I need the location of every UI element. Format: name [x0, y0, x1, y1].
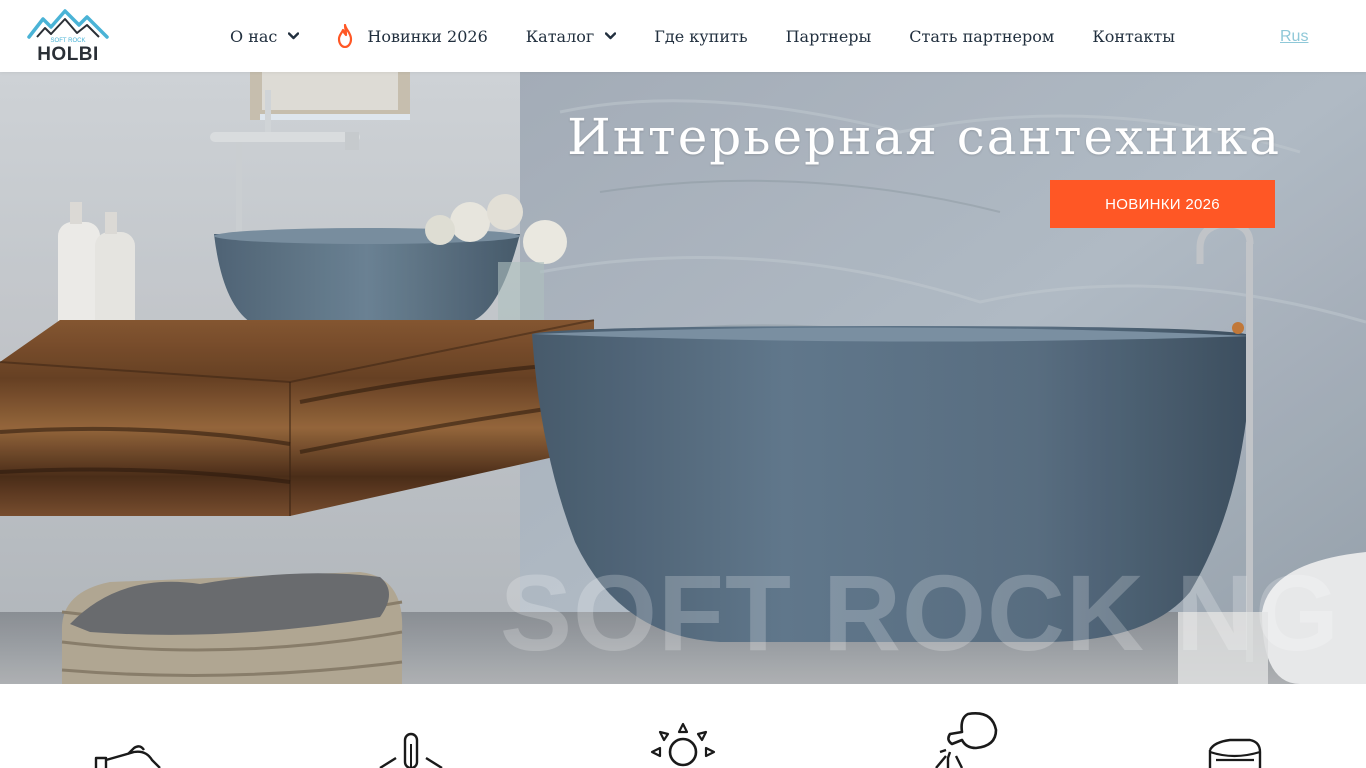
soap-dish-icon	[1208, 738, 1262, 768]
nav-contacts-label: Контакты	[1092, 26, 1175, 46]
nav-become-partner[interactable]: Стать партнером	[909, 0, 1054, 72]
nav-new-2026-label: Новинки 2026	[367, 26, 488, 46]
nav-partners[interactable]: Партнеры	[786, 0, 872, 72]
nav-where-to-buy[interactable]: Где купить	[654, 0, 747, 72]
nav-catalog-label: Каталог	[525, 26, 595, 46]
hammer-icon	[94, 745, 161, 768]
nav-catalog[interactable]: Каталог	[526, 0, 617, 72]
nav-partners-label: Партнеры	[785, 26, 872, 46]
nav-new-2026[interactable]: Новинки 2026	[337, 0, 488, 72]
hero-title: Интерьерная сантехника	[567, 108, 1281, 166]
hero-watermark: SOFT ROCK NG	[500, 552, 1340, 673]
nav-become-partner-label: Стать партнером	[909, 26, 1055, 46]
nav-contacts[interactable]: Контакты	[1092, 0, 1175, 72]
thermometer-icon	[379, 732, 443, 768]
sun-icon	[650, 722, 716, 767]
heat-kettle-icon	[935, 712, 998, 768]
chevron-down-icon	[288, 32, 300, 40]
chevron-down-icon	[605, 32, 617, 40]
nav-about-label: О нас	[230, 26, 278, 46]
features-row	[0, 684, 1366, 768]
hero-banner: Интерьерная сантехника НОВИНКИ 2026 SOFT…	[0, 72, 1366, 684]
main-nav: О нас Новинки 2026 Каталог Где купить Па…	[230, 0, 1175, 72]
holbi-logo[interactable]: SOFT ROCK HOLBI	[27, 9, 109, 63]
site-header: SOFT ROCK HOLBI О нас Новинки 2026 Катал…	[0, 0, 1366, 72]
flame-icon	[338, 24, 353, 48]
language-switch[interactable]: Rus	[1280, 28, 1308, 46]
nav-where-to-buy-label: Где купить	[654, 26, 748, 46]
new-2026-button[interactable]: НОВИНКИ 2026	[1050, 180, 1275, 228]
nav-about[interactable]: О нас	[230, 0, 300, 72]
logo-wordmark: HOLBI	[37, 44, 99, 63]
